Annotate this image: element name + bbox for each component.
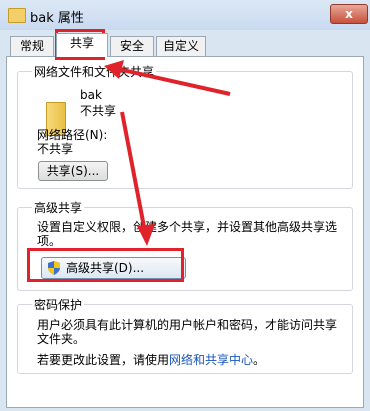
arrow-to-tab-head: [104, 60, 124, 79]
arrow-to-button: [120, 111, 147, 233]
annotation-arrows: [104, 60, 231, 246]
tab-sharing[interactable]: 共享: [56, 33, 108, 57]
arrow-to-button-head: [137, 224, 155, 246]
arrow-to-tab: [117, 67, 231, 96]
